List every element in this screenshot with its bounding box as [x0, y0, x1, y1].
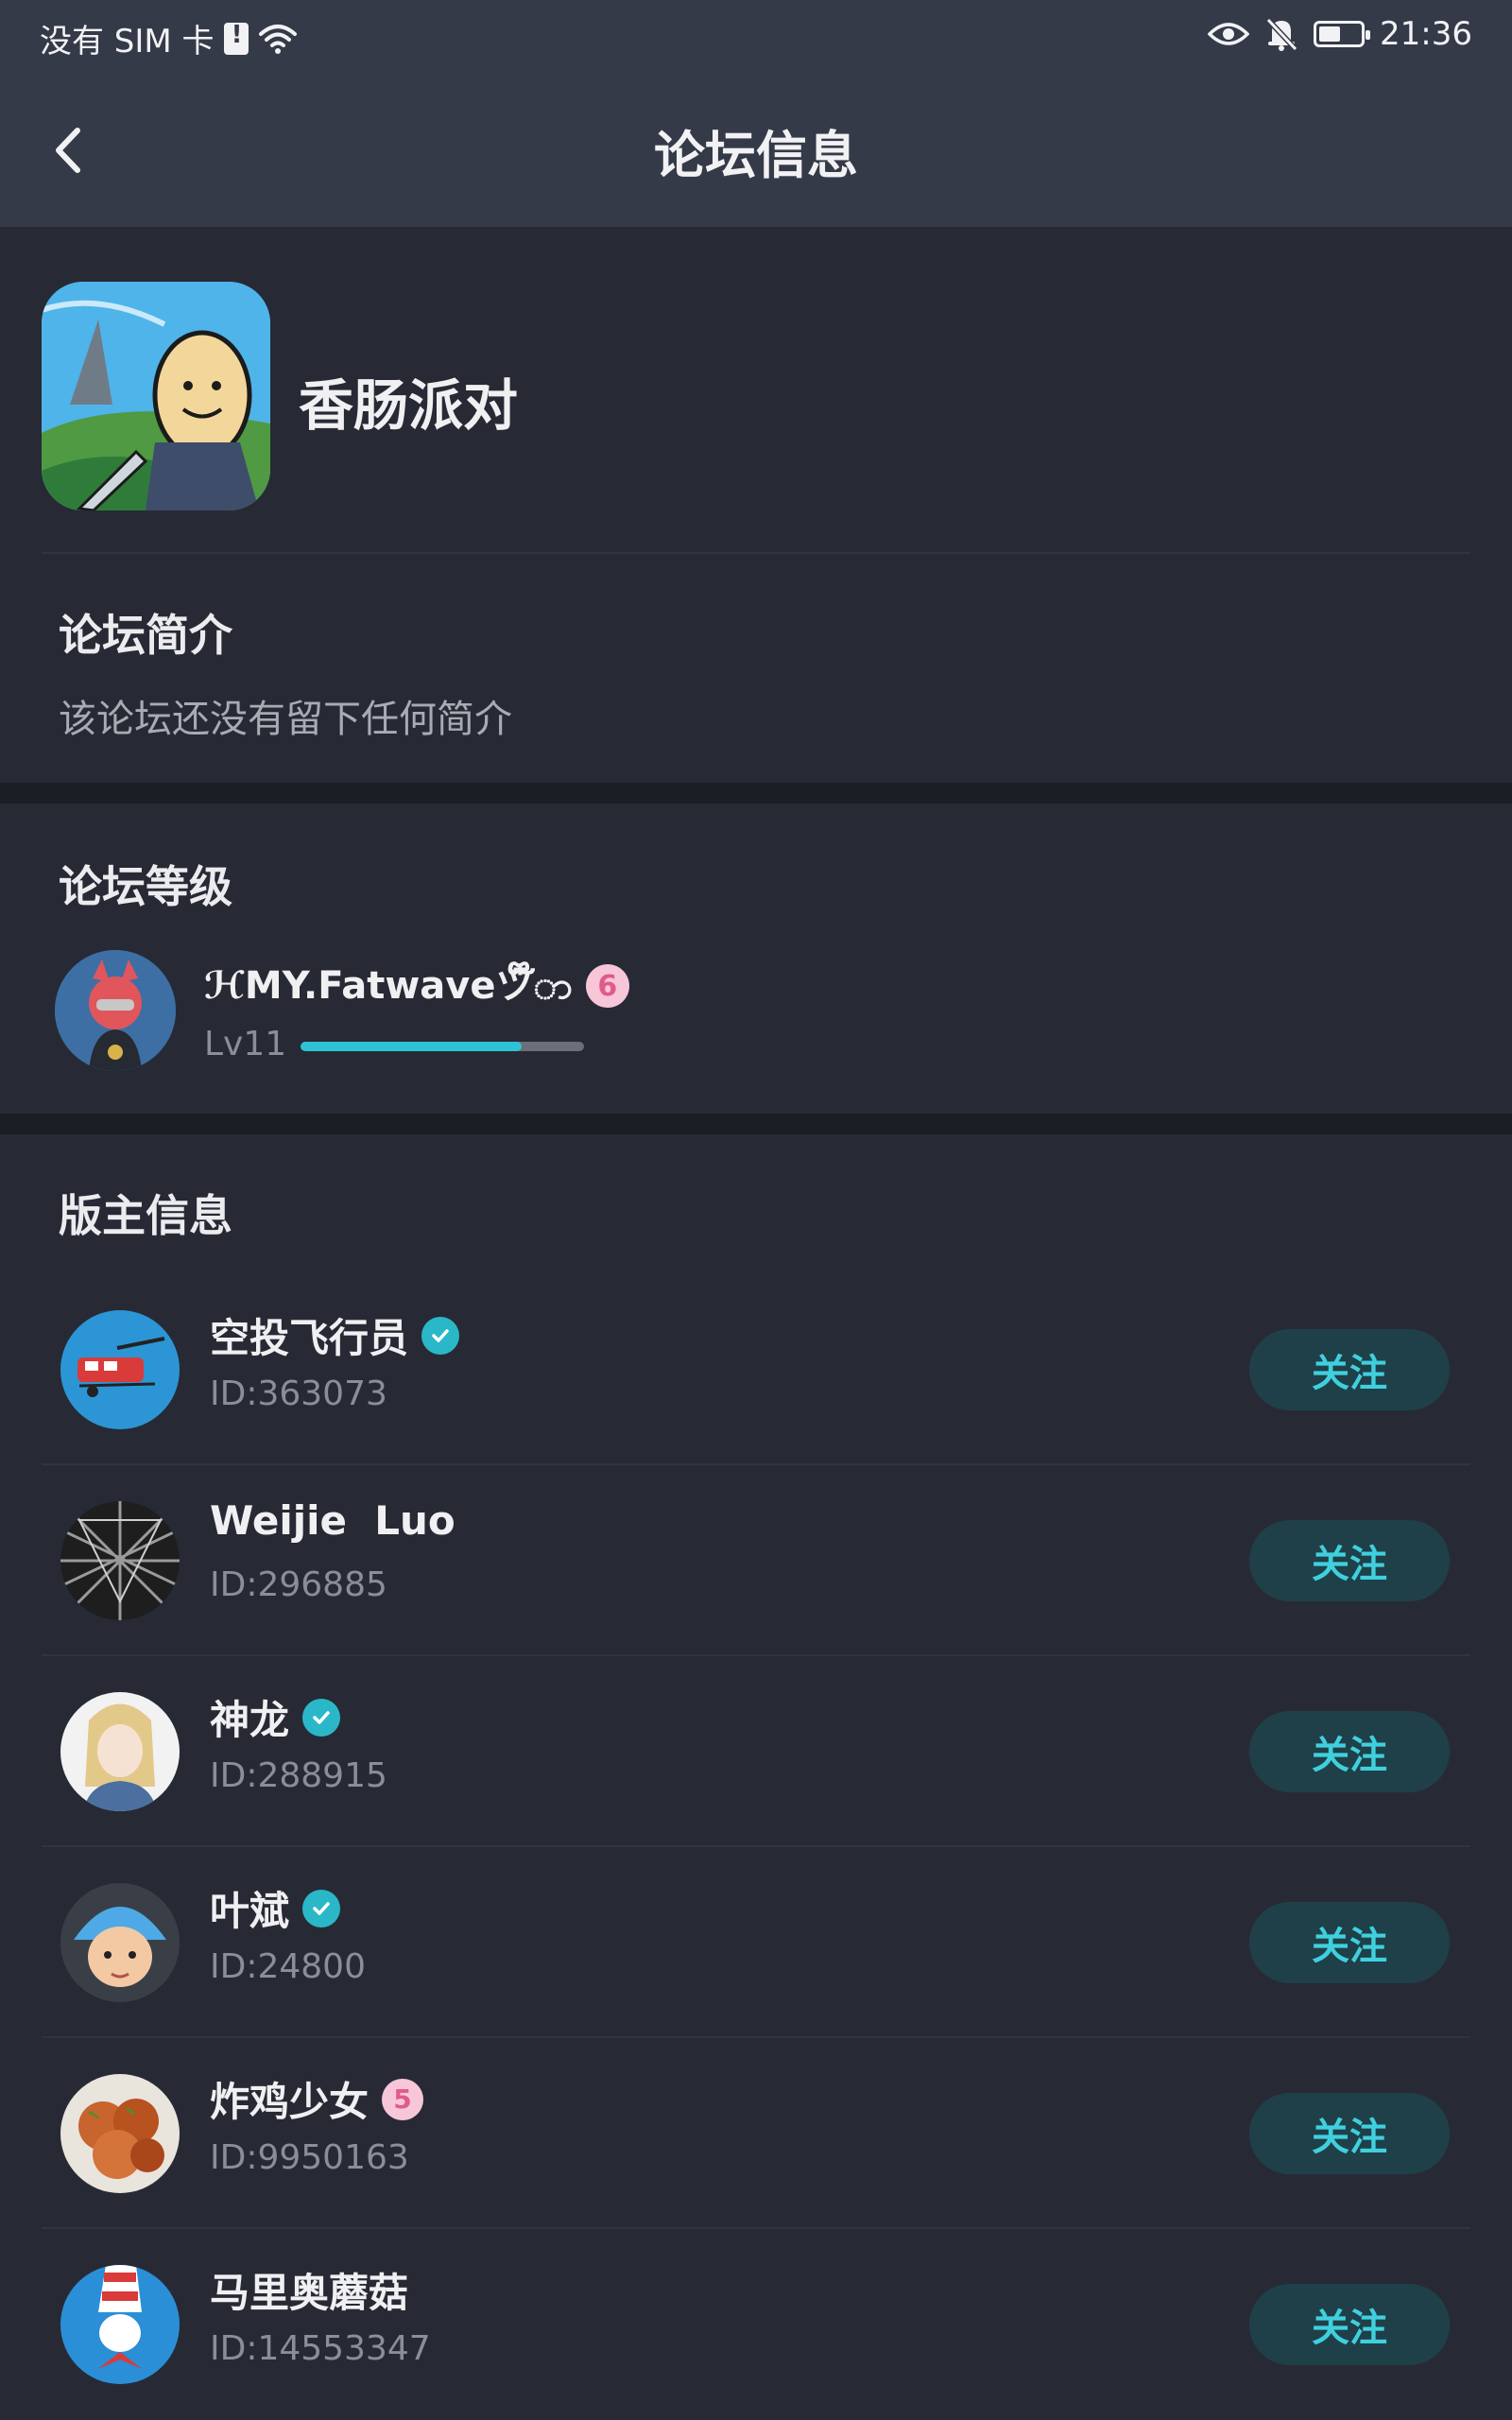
moderator-name-text: 空投飞行员	[210, 1315, 409, 1361]
list-item[interactable]: Weijie Luo ID:296885 关注	[42, 1465, 1470, 1656]
intro-title: 论坛简介	[59, 610, 232, 661]
moderator-name-text: 炸鸡少女	[210, 2079, 369, 2125]
level-user-name[interactable]: ℋMY.Fatwaveツ໊໋໊ာ 6	[204, 955, 629, 1017]
moderator-id: ID:14553347	[210, 2329, 431, 2368]
clock-text: 21:36	[1380, 15, 1472, 53]
moderator-id: ID:24800	[210, 1947, 366, 1986]
moderator-id: ID:288915	[210, 1756, 387, 1795]
avatar[interactable]	[60, 2074, 180, 2193]
bell-muted-icon	[1265, 17, 1298, 52]
page-title: 论坛信息	[654, 126, 858, 185]
follow-button[interactable]: 关注	[1249, 2093, 1450, 2174]
verified-icon	[302, 1889, 341, 1927]
level-badge: 5	[382, 2078, 424, 2120]
moderator-name: 马里奥蘑菇	[210, 2261, 408, 2319]
moderator-id: ID:363073	[210, 1374, 387, 1413]
intro-text: 该论坛还没有留下任何简介	[59, 698, 512, 741]
avatar[interactable]	[60, 1883, 180, 2002]
battery-icon	[1314, 21, 1371, 47]
moderator-name-text: 马里奥蘑菇	[210, 2270, 409, 2316]
top-bar: 没有 SIM 卡 21:36	[0, 0, 1512, 227]
level-progress-fill	[301, 1042, 522, 1051]
avatar[interactable]	[55, 950, 176, 1071]
status-bar: 没有 SIM 卡 21:36	[0, 0, 1512, 76]
follow-button[interactable]: 关注	[1249, 2284, 1450, 2365]
moderators-title: 版主信息	[59, 1190, 232, 1241]
level-user-name-text: ℋMY.Fatwaveツ໊໋໊ာ	[204, 964, 573, 1008]
list-item[interactable]: 马里奥蘑菇 ID:14553347 关注	[42, 2229, 1470, 2420]
sim-alert-icon	[223, 21, 249, 55]
list-item[interactable]: 炸鸡少女 5 ID:9950163 关注	[42, 2038, 1470, 2229]
follow-button[interactable]: 关注	[1249, 1329, 1450, 1410]
avatar[interactable]	[60, 1692, 180, 1811]
avatar[interactable]	[60, 1501, 180, 1620]
level-title: 论坛等级	[59, 861, 232, 912]
moderator-name: Weijie Luo	[210, 1497, 455, 1544]
moderator-name-text: 神龙	[210, 1697, 290, 1743]
follow-button[interactable]: 关注	[1249, 1902, 1450, 1983]
follow-button[interactable]: 关注	[1249, 1711, 1450, 1792]
moderator-name: 叶斌	[210, 1879, 341, 1937]
eye-icon	[1208, 23, 1250, 45]
moderator-name-text: 叶斌	[210, 1888, 290, 1934]
nav-bar: 论坛信息	[0, 76, 1512, 227]
verified-icon	[302, 1698, 341, 1737]
moderator-name: 神龙	[210, 1688, 341, 1746]
moderator-id: ID:9950163	[210, 2138, 409, 2177]
forum-header: 香肠派对	[42, 282, 1470, 554]
level-label: Lv11	[204, 1025, 287, 1063]
forum-name: 香肠派对	[299, 373, 519, 438]
avatar[interactable]	[60, 1310, 180, 1429]
wifi-icon	[258, 24, 297, 54]
list-item[interactable]: 叶斌 ID:24800 关注	[42, 1847, 1470, 2038]
avatar[interactable]	[60, 2265, 180, 2384]
level-badge: 6	[585, 964, 629, 1008]
carrier-text: 没有 SIM 卡	[40, 23, 215, 60]
moderator-name: 炸鸡少女 5	[210, 2070, 424, 2128]
forum-logo	[42, 282, 270, 510]
moderator-name-text: Weijie Luo	[210, 1497, 455, 1544]
list-item[interactable]: 神龙 ID:288915 关注	[42, 1656, 1470, 1847]
level-progress-bar	[301, 1042, 584, 1051]
section-divider	[0, 1114, 1512, 1134]
section-divider	[0, 783, 1512, 804]
verified-icon	[421, 1316, 460, 1355]
list-item[interactable]: 空投飞行员 ID:363073 关注	[42, 1274, 1470, 1465]
follow-button[interactable]: 关注	[1249, 1520, 1450, 1601]
moderator-name: 空投飞行员	[210, 1306, 460, 1364]
moderator-id: ID:296885	[210, 1565, 387, 1604]
